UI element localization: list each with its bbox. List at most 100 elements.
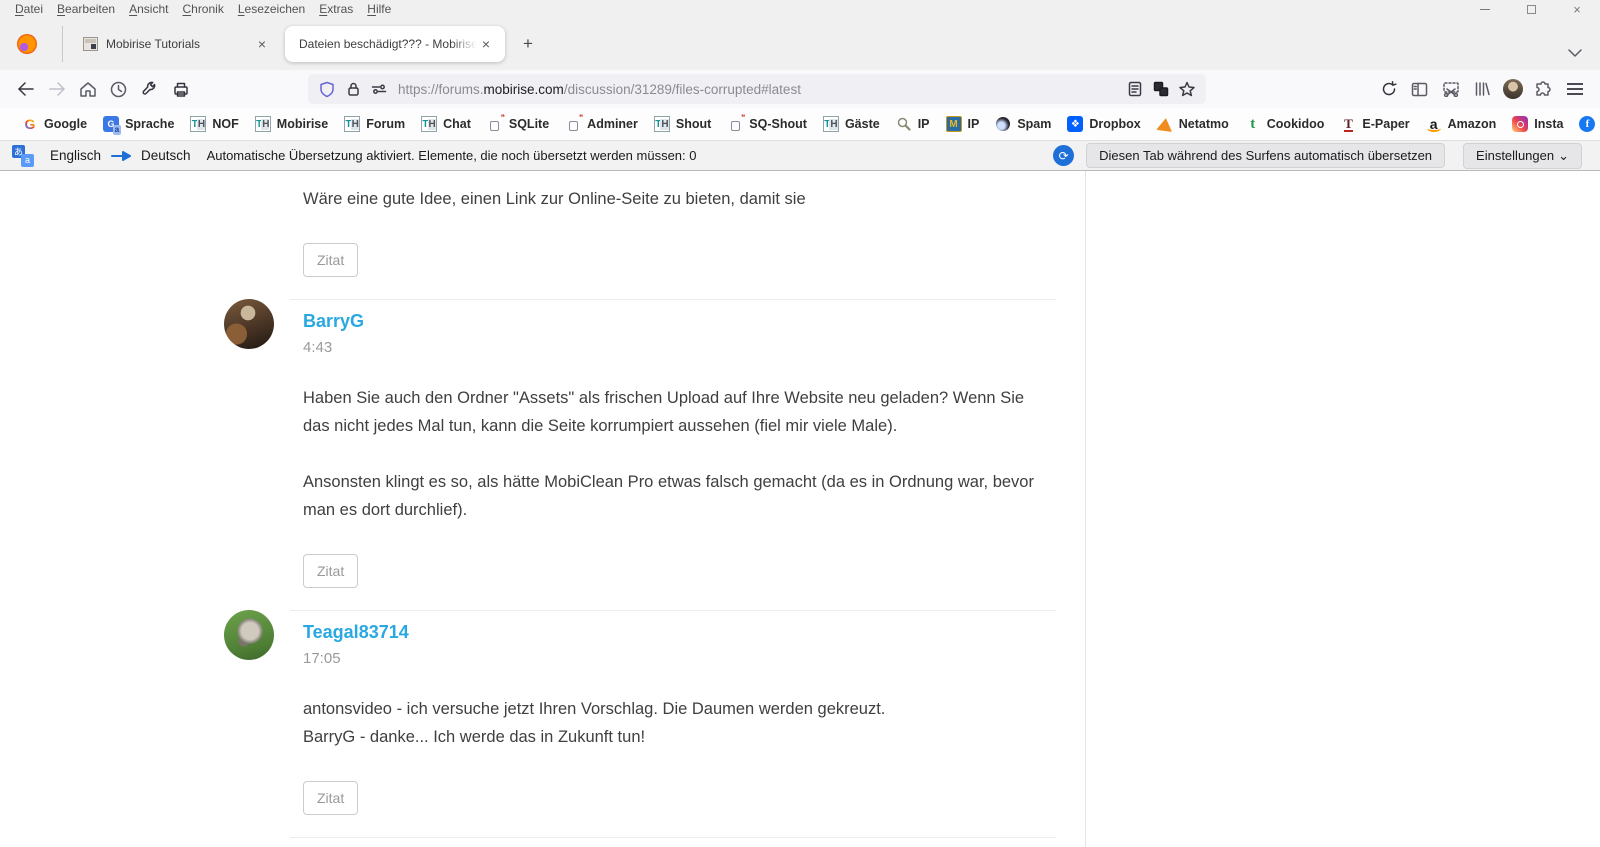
post-timestamp[interactable]: 4:43 (303, 339, 1085, 356)
amazon-icon: a (1426, 116, 1442, 132)
menu-lesezeichen[interactable]: Lesezeichen (231, 1, 312, 17)
bookmark-chat[interactable]: THChat (413, 113, 479, 135)
bookmark-forum[interactable]: THForum (336, 113, 413, 135)
page-favicon (83, 37, 98, 51)
bookmark-ip-locator[interactable]: MIP (938, 113, 988, 135)
tab-mobirise-tutorials[interactable]: Mobirise Tutorials × (71, 26, 281, 62)
menu-extras[interactable]: Extras (312, 1, 360, 17)
menu-chronik[interactable]: Chronik (175, 1, 230, 17)
bookmark-sqlite[interactable]: SQLite (479, 113, 557, 135)
bookmark-label: E-Paper (1362, 117, 1409, 131)
extensions-button[interactable] (1528, 74, 1559, 104)
bookmark-netatmo[interactable]: Netatmo (1149, 113, 1237, 135)
bookmark-adminer[interactable]: Adminer (557, 113, 646, 135)
lock-icon[interactable] (340, 76, 366, 102)
sqlite-icon (487, 116, 503, 132)
new-tab-button[interactable]: + (513, 29, 543, 59)
home-button[interactable] (72, 74, 103, 104)
permissions-icon[interactable] (366, 76, 392, 102)
hamburger-menu-icon (1567, 83, 1583, 95)
quote-button[interactable]: Zitat (303, 781, 358, 815)
library-button[interactable] (1466, 74, 1497, 104)
settings-label: Einstellungen (1476, 148, 1554, 163)
bookmark-insta[interactable]: Insta (1504, 113, 1571, 135)
bookmark-fb[interactable]: fFB (1571, 113, 1600, 135)
reader-view-button[interactable] (1122, 76, 1148, 102)
tracking-protection-shield-icon[interactable] (314, 76, 340, 102)
google-translate-icon: G (103, 116, 119, 132)
chevron-down-icon: ⌄ (1558, 148, 1569, 164)
translation-settings-button[interactable]: Einstellungen ⌄ (1463, 143, 1582, 169)
content-column-border (1085, 171, 1086, 847)
avatar[interactable] (224, 299, 274, 349)
bookmark-label: Netatmo (1179, 117, 1229, 131)
reload-button[interactable] (1373, 74, 1404, 104)
quote-button[interactable]: Zitat (303, 554, 358, 588)
close-button[interactable]: × (1554, 0, 1600, 18)
instagram-icon (1512, 116, 1528, 132)
account-avatar (1503, 79, 1523, 99)
bookmark-label: Dropbox (1089, 117, 1140, 131)
bookmark-label: Amazon (1448, 117, 1497, 131)
menu-hilfe[interactable]: Hilfe (360, 1, 398, 17)
account-button[interactable] (1497, 74, 1528, 104)
menu-datei[interactable]: Datei (8, 1, 50, 17)
tab-dateien-beschaedigt[interactable]: Dateien beschädigt??? - Mobirise Fo × (285, 26, 505, 62)
bookmark-label: IP (918, 117, 930, 131)
post-author-link[interactable]: BarryG (303, 311, 1085, 332)
back-icon (17, 82, 35, 96)
quote-button[interactable]: Zitat (303, 243, 358, 277)
bookmarks-toolbar: GGoogle GSprache THNOF THMobirise THForu… (0, 108, 1600, 140)
post-body: antonsvideo - ich versuche jetzt Ihren V… (303, 695, 1053, 751)
restore-button[interactable] (1508, 0, 1554, 18)
firefox-logo-button[interactable] (10, 27, 44, 61)
cookidoo-icon: t (1245, 116, 1261, 132)
menu-ansicht[interactable]: Ansicht (122, 1, 175, 17)
bookmark-nof[interactable]: THNOF (182, 113, 246, 135)
chevron-down-icon (1568, 49, 1582, 57)
tab-close-icon[interactable]: × (477, 35, 495, 53)
back-button[interactable] (10, 74, 41, 104)
translate-page-button[interactable] (1148, 76, 1174, 102)
history-button[interactable] (103, 74, 134, 104)
bookmark-sprache[interactable]: GSprache (95, 113, 182, 135)
forward-icon (48, 82, 66, 96)
bookmark-mobirise[interactable]: THMobirise (247, 113, 336, 135)
print-button[interactable] (165, 74, 196, 104)
post-line: BarryG - danke... Ich werde das in Zukun… (303, 723, 1053, 751)
forward-button[interactable] (41, 74, 72, 104)
bookmark-gaeste[interactable]: THGäste (815, 113, 888, 135)
post-author-link[interactable]: Teagal83714 (303, 622, 1085, 643)
list-all-tabs-button[interactable] (1560, 38, 1590, 68)
app-menu-button[interactable] (1559, 74, 1590, 104)
url-bar[interactable]: https://forums.mobirise.com/discussion/3… (308, 74, 1206, 104)
auto-translate-tab-button[interactable]: Diesen Tab während des Surfens automatis… (1086, 143, 1445, 168)
screenshot-button[interactable] (1435, 74, 1466, 104)
tab-close-icon[interactable]: × (253, 35, 271, 53)
window-controls: × (1462, 0, 1600, 18)
google-icon: G (22, 116, 38, 132)
close-icon: × (1573, 3, 1581, 16)
bookmark-ip-lookup[interactable]: IP (888, 113, 938, 135)
bookmark-sq-shout[interactable]: SQ-Shout (719, 113, 815, 135)
bookmark-dropbox[interactable]: ❖ Dropbox (1059, 113, 1148, 135)
tab-title: Dateien beschädigt??? - Mobirise Fo (299, 37, 477, 51)
dropbox-icon: ❖ (1067, 116, 1083, 132)
url-input[interactable]: https://forums.mobirise.com/discussion/3… (398, 82, 1122, 97)
bookmark-star-icon[interactable] (1174, 76, 1200, 102)
developer-tools-button[interactable] (134, 74, 165, 104)
sidebar-toggle-button[interactable] (1404, 74, 1435, 104)
bookmark-amazon[interactable]: a Amazon (1418, 113, 1505, 135)
avatar[interactable] (224, 610, 274, 660)
restore-icon (1527, 5, 1536, 14)
bookmark-label: Spam (1017, 117, 1051, 131)
bookmark-epaper[interactable]: TE-Paper (1332, 113, 1417, 135)
bookmark-shout[interactable]: THShout (646, 113, 719, 135)
bookmark-spam[interactable]: Spam (987, 113, 1059, 135)
menu-bearbeiten[interactable]: Bearbeiten (50, 1, 122, 17)
minimize-button[interactable] (1462, 0, 1508, 18)
bookmark-google[interactable]: GGoogle (14, 113, 95, 135)
post-timestamp[interactable]: 17:05 (303, 650, 1085, 667)
sq-shout-icon (727, 116, 743, 132)
bookmark-cookidoo[interactable]: tCookidoo (1237, 113, 1333, 135)
